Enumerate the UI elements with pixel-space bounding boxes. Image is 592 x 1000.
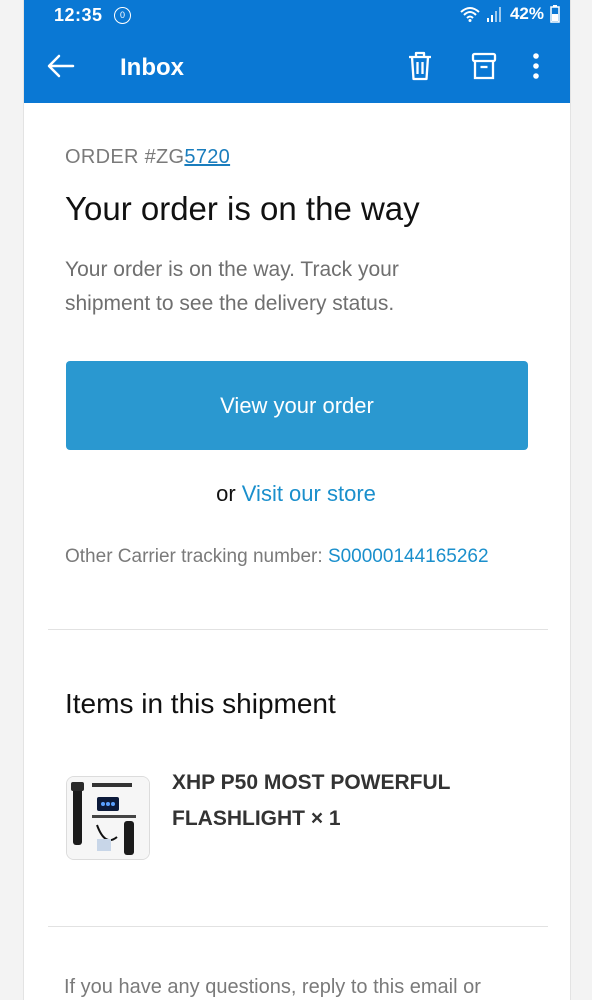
order-number-link[interactable]: 5720 bbox=[184, 146, 230, 168]
item-name: XHP P50 MOST POWERFUL FLASHLIGHT × 1 bbox=[172, 771, 451, 830]
product-thumbnail[interactable] bbox=[66, 776, 150, 860]
email-subtext: Your order is on the way. Track your shi… bbox=[65, 258, 399, 315]
or-text: or bbox=[216, 481, 236, 506]
signal-icon bbox=[486, 7, 501, 22]
battery-percent: 42% bbox=[509, 4, 544, 23]
order-prefix: ORDER #ZG bbox=[65, 146, 185, 168]
notification-badge-icon: 0 bbox=[114, 7, 131, 24]
status-icons: 42% bbox=[460, 4, 560, 24]
archive-icon[interactable] bbox=[470, 50, 498, 82]
order-number: ORDER #ZG5720 bbox=[65, 146, 230, 169]
tracking-label: Other Carrier tracking number: bbox=[65, 546, 323, 567]
email-headline: Your order is on the way bbox=[65, 190, 420, 227]
back-arrow-icon[interactable] bbox=[46, 52, 76, 80]
tracking-info: Other Carrier tracking number: S00000144… bbox=[65, 546, 489, 568]
view-order-button[interactable]: View your order bbox=[66, 361, 528, 450]
delete-icon[interactable] bbox=[406, 50, 434, 82]
divider bbox=[48, 926, 548, 927]
store-link-line: or Visit our store bbox=[0, 481, 592, 507]
page-title: Inbox bbox=[120, 54, 184, 81]
tracking-number-link[interactable]: S00000144165262 bbox=[328, 546, 489, 567]
flashlight-image bbox=[67, 777, 149, 859]
items-heading: Items in this shipment bbox=[65, 688, 336, 719]
status-time: 12:35 bbox=[54, 5, 103, 25]
battery-icon bbox=[550, 5, 560, 23]
divider bbox=[48, 629, 548, 630]
footer-text: If you have any questions, reply to this… bbox=[64, 976, 481, 998]
visit-store-link[interactable]: Visit our store bbox=[242, 481, 376, 506]
wifi-icon bbox=[460, 7, 480, 22]
more-options-icon[interactable] bbox=[530, 52, 542, 80]
app-bar: 12:35 0 42% Inbox bbox=[24, 0, 570, 103]
